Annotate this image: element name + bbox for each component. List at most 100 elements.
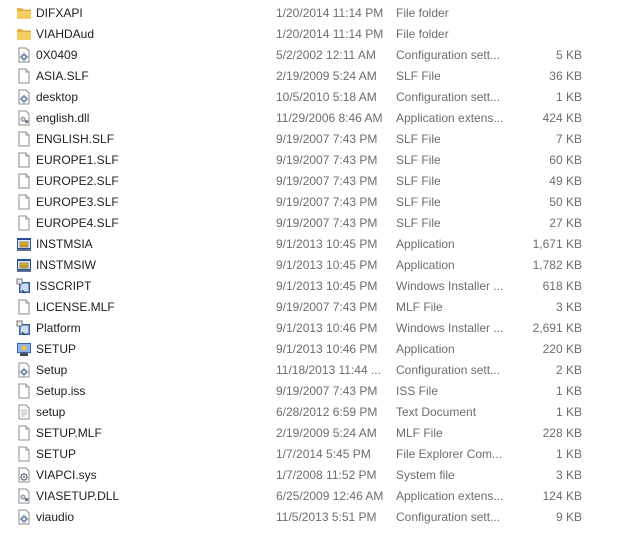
file-name: DIFXAPI [36,6,83,20]
file-row[interactable]: EUROPE3.SLF 9/19/2007 7:43 PM SLF File 50 K… [0,192,626,213]
date-modified: 11/18/2013 11:44 ... [276,363,381,377]
file-name: SETUP.MLF [36,426,102,440]
file-type: MLF File [396,426,443,440]
file-name: english.dll [36,111,90,125]
file-row[interactable]: ENGLISH.SLF 9/19/2007 7:43 PM SLF File 7 KB [0,129,626,150]
file-row[interactable]: VIAHDAud 1/20/2014 11:14 PM File folder [0,24,626,45]
file-type: File folder [396,6,449,20]
file-type: Application [396,237,455,251]
file-row[interactable]: INSTMSIW 9/1/2013 10:45 PM Application 1,78… [0,255,626,276]
file-type: Windows Installer ... [396,321,504,335]
date-modified: 1/7/2014 5:45 PM [276,447,371,461]
file-type: SLF File [396,132,441,146]
file-type: SLF File [396,174,441,188]
file-icon [16,194,32,210]
date-modified: 1/20/2014 11:14 PM [276,27,384,41]
date-modified: 9/1/2013 10:45 PM [276,237,378,251]
file-row[interactable]: ASIA.SLF 2/19/2009 5:24 AM SLF File 36 KB [0,66,626,87]
file-name: INSTMSIA [36,237,93,251]
file-row[interactable]: desktop 10/5/2010 5:18 AM Configuration se… [0,87,626,108]
file-name: EUROPE2.SLF [36,174,119,188]
date-modified: 6/25/2009 12:46 AM [276,489,384,503]
file-icon [16,152,32,168]
date-modified: 9/1/2013 10:45 PM [276,258,378,272]
date-modified: 9/19/2007 7:43 PM [276,216,378,230]
file-name: ENGLISH.SLF [36,132,115,146]
installer-icon [16,320,32,336]
file-name: LICENSE.MLF [36,300,115,314]
file-size: 424 KB [542,111,582,125]
file-row[interactable]: viaudio 11/5/2013 5:51 PM Configuration se… [0,507,626,528]
file-size: 3 KB [555,300,582,314]
setup-icon [16,341,32,357]
file-row[interactable]: SETUP.MLF 2/19/2009 5:24 AM MLF File 228 KB [0,423,626,444]
file-row[interactable]: Setup 11/18/2013 11:44 ... Configuration s… [0,360,626,381]
file-size: 50 KB [549,195,582,209]
file-row[interactable]: EUROPE2.SLF 9/19/2007 7:43 PM SLF File 49 K… [0,171,626,192]
file-type: SLF File [396,216,441,230]
file-row[interactable]: INSTMSIA 9/1/2013 10:45 PM Application 1,67… [0,234,626,255]
file-size: 220 KB [542,342,582,356]
file-size: 1,782 KB [532,258,582,272]
date-modified: 2/19/2009 5:24 AM [276,69,377,83]
text-icon [16,404,32,420]
file-name: 0X0409 [36,48,78,62]
file-row[interactable]: EUROPE4.SLF 9/19/2007 7:43 PM SLF File 27 K… [0,213,626,234]
file-row[interactable]: DIFXAPI 1/20/2014 11:14 PM File folder [0,3,626,24]
file-name: setup [36,405,66,419]
config-icon [16,89,32,105]
file-name: EUROPE1.SLF [36,153,119,167]
file-size: 9 KB [555,510,582,524]
file-size: 1 KB [555,447,582,461]
file-size: 2 KB [555,363,582,377]
file-icon [16,425,32,441]
file-type: Text Document [396,405,477,419]
date-modified: 6/28/2012 6:59 PM [276,405,378,419]
dll-icon [16,110,32,126]
file-row[interactable]: english.dll 11/29/2006 8:46 AM Application… [0,108,626,129]
file-type: File Explorer Com... [396,447,503,461]
file-size: 36 KB [549,69,582,83]
file-row[interactable]: Setup.iss 9/19/2007 7:43 PM ISS File 1 KB [0,381,626,402]
file-name: Setup [36,363,68,377]
file-name: INSTMSIW [36,258,96,272]
file-size: 49 KB [549,174,582,188]
date-modified: 9/1/2013 10:46 PM [276,342,378,356]
file-type: Windows Installer ... [396,279,504,293]
file-row[interactable]: LICENSE.MLF 9/19/2007 7:43 PM MLF File 3 KB [0,297,626,318]
file-size: 5 KB [555,48,582,62]
file-row[interactable]: ISSCRIPT 9/1/2013 10:45 PM Windows Install… [0,276,626,297]
folder-icon [16,5,32,21]
date-modified: 5/2/2002 12:11 AM [276,48,376,62]
file-size: 2,691 KB [532,321,582,335]
config-icon [16,47,32,63]
file-size: 60 KB [549,153,582,167]
file-size: 618 KB [542,279,582,293]
file-type: Configuration sett... [396,90,501,104]
file-size: 1 KB [555,90,582,104]
file-icon [16,215,32,231]
file-row[interactable]: VIAPCI.sys 1/7/2008 11:52 PM System file 3 … [0,465,626,486]
file-name: viaudio [36,510,75,524]
date-modified: 9/19/2007 7:43 PM [276,174,378,188]
date-modified: 9/19/2007 7:43 PM [276,195,378,209]
file-row[interactable]: Platform 9/1/2013 10:46 PM Windows Install… [0,318,626,339]
file-name: Platform [36,321,81,335]
file-row[interactable]: setup 6/28/2012 6:59 PM Text Document 1 KB [0,402,626,423]
date-modified: 11/29/2006 8:46 AM [276,111,383,125]
file-icon [16,131,32,147]
app-icon [16,236,32,252]
file-name: SETUP [36,447,77,461]
date-modified: 9/1/2013 10:46 PM [276,321,378,335]
file-row[interactable]: 0X0409 5/2/2002 12:11 AM Configuration set… [0,45,626,66]
file-row[interactable]: SETUP 9/1/2013 10:46 PM Application 220 KB [0,339,626,360]
file-row[interactable]: EUROPE1.SLF 9/19/2007 7:43 PM SLF File 60 K… [0,150,626,171]
file-size: 228 KB [542,426,582,440]
file-row[interactable]: VIASETUP.DLL 6/25/2009 12:46 AM Applicatio… [0,486,626,507]
file-row[interactable]: SETUP 1/7/2014 5:45 PM File Explorer Com..… [0,444,626,465]
installer-icon [16,278,32,294]
file-size: 7 KB [555,132,582,146]
file-size: 1 KB [555,384,582,398]
file-name: VIAHDAud [36,27,95,41]
file-icon [16,299,32,315]
